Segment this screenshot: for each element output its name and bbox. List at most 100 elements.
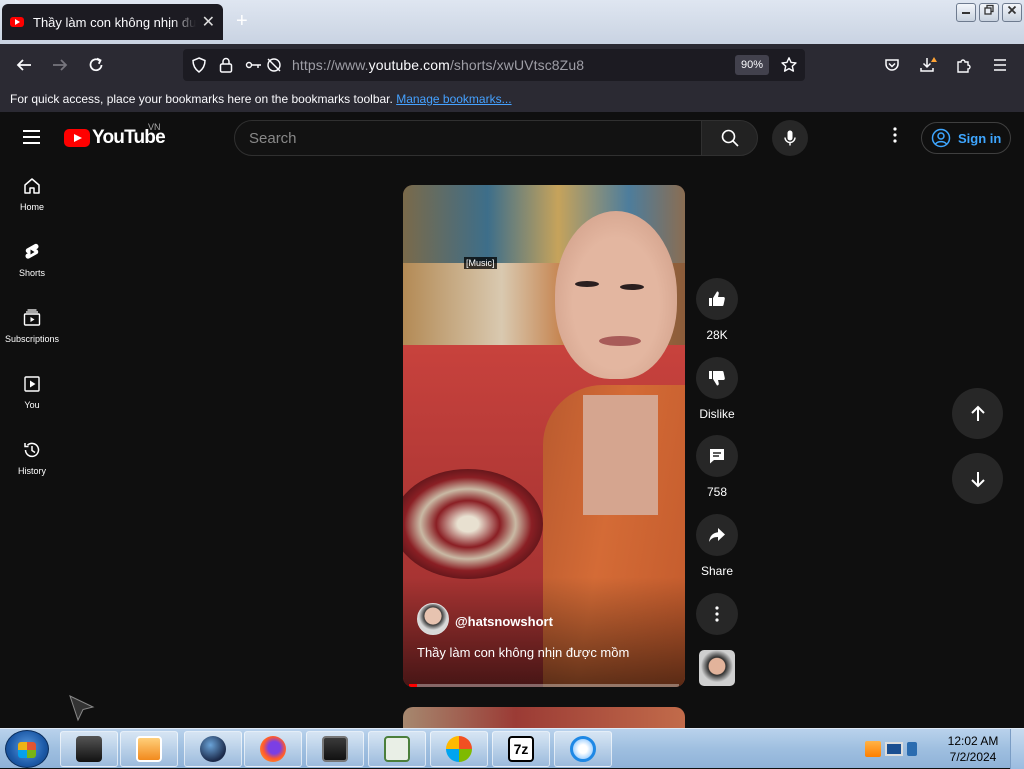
sound-thumbnail[interactable] [699, 650, 735, 686]
voice-search-button[interactable] [772, 120, 808, 156]
bottom-gradient [403, 577, 685, 687]
recorder-icon [384, 736, 410, 762]
bookmark-star-icon[interactable] [780, 56, 798, 74]
like-button[interactable] [696, 278, 738, 320]
manage-bookmarks-link[interactable]: Manage bookmarks... [396, 92, 511, 106]
extensions-button[interactable] [952, 53, 976, 77]
monk-neck [583, 395, 658, 515]
browser-navbar: https://www.youtube.com/shorts/xwUVtsc8Z… [0, 44, 1024, 86]
pocket-icon [885, 59, 899, 71]
guide-menu-button[interactable] [20, 126, 44, 150]
tray-vlc-icon[interactable] [865, 741, 881, 757]
share-button[interactable] [696, 514, 738, 556]
sidebar-item-shorts[interactable]: Shorts [0, 234, 64, 290]
more-actions-button[interactable] [696, 593, 738, 635]
next-short-preview[interactable] [403, 707, 685, 728]
clock-date: 7/2/2024 [949, 750, 997, 764]
more-vertical-icon [893, 127, 897, 143]
globe-icon [200, 736, 226, 762]
tracking-blocked-icon[interactable] [265, 56, 283, 74]
dislike-action[interactable]: Dislike [696, 357, 738, 421]
downloads-button[interactable] [916, 53, 940, 77]
internet-explorer-icon [570, 736, 596, 762]
pocket-button[interactable] [880, 53, 904, 77]
video-progress-bar[interactable] [409, 684, 679, 687]
7zip-icon: 7z [508, 736, 534, 762]
tab-close-icon[interactable]: ✕ [202, 12, 215, 32]
tray-network-icon[interactable] [885, 742, 903, 756]
lock-icon[interactable] [218, 56, 234, 74]
comment-icon [710, 449, 724, 464]
firefox-icon [260, 736, 286, 762]
taskbar-app-recorder[interactable] [368, 731, 426, 767]
previous-short-button[interactable] [952, 388, 1003, 439]
channel-avatar[interactable] [417, 603, 449, 635]
taskbar-app-7zip[interactable]: 7z [492, 731, 550, 767]
more-actions[interactable] [696, 593, 738, 635]
taskbar-app-monitor[interactable] [306, 731, 364, 767]
youtube-logo[interactable]: YouTube VN [64, 122, 166, 149]
taskbar-app-media-player[interactable] [120, 731, 178, 767]
search-box[interactable] [234, 120, 702, 156]
comments-action[interactable]: 758 [696, 435, 738, 499]
zoom-level-badge[interactable]: 90% [735, 55, 769, 75]
tray-volume-icon[interactable] [907, 742, 917, 756]
video-title[interactable]: Thầy làm con không nhịn được mồm [417, 645, 629, 660]
subscriptions-icon [23, 309, 41, 326]
taskbar-app-globe[interactable] [184, 731, 242, 767]
sidebar-item-home[interactable]: Home [0, 168, 64, 224]
history-icon [24, 442, 40, 458]
terminal-icon [76, 736, 102, 762]
taskbar-app-terminal[interactable] [60, 731, 118, 767]
restore-button[interactable] [979, 3, 999, 22]
share-action[interactable]: Share [696, 514, 738, 578]
minimize-button[interactable] [956, 3, 976, 22]
show-desktop-button[interactable] [1010, 729, 1024, 769]
shorts-icon [25, 243, 39, 259]
sidebar-item-subscriptions[interactable]: Subscriptions [0, 300, 64, 356]
close-window-button[interactable] [1002, 3, 1022, 22]
taskbar-clock[interactable]: 12:02 AM 7/2/2024 [940, 733, 1006, 765]
next-short-button[interactable] [952, 453, 1003, 504]
tracking-shield-icon[interactable] [190, 56, 208, 74]
url-text[interactable]: https://www.youtube.com/shorts/xwUVtsc8Z… [292, 57, 584, 73]
sidebar-item-history[interactable]: History [0, 432, 64, 488]
closed-caption: [Music] [464, 257, 497, 269]
browser-tab-active[interactable]: Thầy làm con không nhịn được ✕ [2, 4, 223, 40]
taskbar-app-internet-explorer[interactable] [554, 731, 612, 767]
comment-count: 758 [706, 485, 728, 499]
new-tab-button[interactable]: + [236, 10, 248, 33]
url-host: youtube.com [368, 57, 450, 73]
thumbs-down-icon [709, 371, 725, 386]
back-button[interactable] [12, 53, 36, 77]
bookmarks-toolbar: For quick access, place your bookmarks h… [0, 86, 1024, 112]
settings-more-button[interactable] [888, 126, 902, 150]
sign-in-button[interactable]: Sign in [921, 122, 1011, 154]
sidebar-item-label: You [24, 400, 40, 410]
taskbar-app-windows[interactable] [430, 731, 488, 767]
eye-left [575, 281, 599, 287]
start-button[interactable] [5, 730, 49, 768]
permissions-icon[interactable] [245, 57, 263, 73]
comments-button[interactable] [696, 435, 738, 477]
search-button[interactable] [701, 120, 758, 156]
forward-button[interactable] [48, 53, 72, 77]
app-menu-button[interactable] [988, 53, 1012, 77]
reload-button[interactable] [84, 53, 108, 77]
search-input[interactable] [235, 121, 701, 155]
dislike-button[interactable] [696, 357, 738, 399]
sidebar-item-label: Subscriptions [4, 334, 60, 344]
sidebar-item-label: History [17, 466, 46, 476]
like-count: 28K [706, 328, 728, 342]
browser-titlebar: Thầy làm con không nhịn được ✕ + [0, 0, 1024, 44]
share-icon [709, 528, 725, 542]
like-action[interactable]: 28K [696, 278, 738, 342]
system-tray[interactable] [862, 731, 920, 767]
shorts-video-player[interactable]: [Music] @hatsnowshort Thầy làm con không… [403, 185, 685, 687]
url-bar[interactable]: https://www.youtube.com/shorts/xwUVtsc8Z… [183, 49, 805, 81]
region-code: VN [148, 122, 161, 132]
sidebar-item-you[interactable]: You [0, 366, 64, 422]
channel-name[interactable]: @hatsnowshort [455, 614, 553, 629]
taskbar-app-firefox[interactable] [244, 731, 302, 767]
windows-logo-icon [446, 736, 472, 762]
